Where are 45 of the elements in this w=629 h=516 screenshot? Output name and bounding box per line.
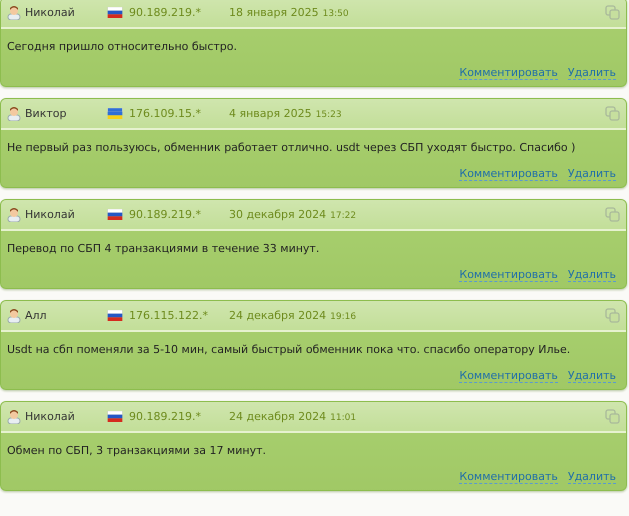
ip-address: 176.109.15.* <box>129 107 202 120</box>
delete-link[interactable]: Удалить <box>568 369 616 383</box>
comment-link[interactable]: Комментировать <box>459 167 558 181</box>
delete-link[interactable]: Удалить <box>568 268 616 282</box>
comment-link[interactable]: Комментировать <box>459 268 558 282</box>
delete-link[interactable]: Удалить <box>568 167 616 181</box>
author-name: Николай <box>25 6 76 19</box>
review-time: 13:50 <box>322 8 349 18</box>
review-time: 11:01 <box>330 412 356 422</box>
author-name: Виктор <box>25 107 68 120</box>
copy-icon[interactable] <box>605 308 620 323</box>
user-icon <box>7 308 21 323</box>
ip-address: 90.189.219.* <box>129 208 202 221</box>
review-text: Обмен по СБП, 3 транзакциями за 17 минут. <box>7 444 267 457</box>
copy-icon[interactable] <box>605 409 620 424</box>
copy-icon[interactable] <box>605 207 620 222</box>
review-date: 18 января 2025 <box>229 6 319 19</box>
review-date: 24 декабря 2024 <box>229 410 326 423</box>
copy-icon[interactable] <box>605 5 620 20</box>
user-icon <box>7 5 21 20</box>
author-name: Алл <box>25 309 48 322</box>
review-date: 24 декабря 2024 <box>229 309 326 322</box>
author-name: Николай <box>25 410 76 423</box>
ip-address: 176.115.122.* <box>129 309 209 322</box>
user-icon <box>7 207 21 222</box>
ip-address: 90.189.219.* <box>129 6 202 19</box>
user-icon <box>7 409 21 424</box>
comment-link[interactable]: Комментировать <box>459 66 558 80</box>
review-text: Перевод по СБП 4 транзакциями в течение 33 минут. <box>7 242 320 255</box>
copy-icon[interactable] <box>605 106 620 121</box>
delete-link[interactable]: Удалить <box>568 66 616 80</box>
review-text: Не первый раз пользуюсь, обменник работает отлично. usdt через СБП уходят быстро. Спасибо ) <box>7 141 576 154</box>
ip-address: 90.189.219.* <box>129 410 202 423</box>
delete-link[interactable]: Удалить <box>568 470 616 484</box>
review-time: 17:22 <box>330 210 356 220</box>
comment-link[interactable]: Комментировать <box>459 470 558 484</box>
review-date: 30 декабря 2024 <box>229 208 326 221</box>
review-text: Сегодня пришло относительно быстро. <box>7 40 238 53</box>
review-date: 4 января 2025 <box>229 107 312 120</box>
review-time: 19:16 <box>330 312 356 322</box>
comment-link[interactable]: Комментировать <box>459 369 558 383</box>
review-time: 15:23 <box>316 110 342 120</box>
author-name: Николай <box>25 208 76 221</box>
review-text: Usdt на сбп поменяли за 5-10 мин, самый быстрый обменник пока что. спасибо оператору Илье. <box>7 343 572 356</box>
user-icon <box>7 106 21 121</box>
